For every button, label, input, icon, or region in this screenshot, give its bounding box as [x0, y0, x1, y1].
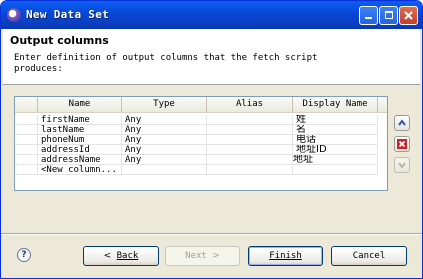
cancel-label: Cancel: [352, 251, 386, 261]
cell-display-name[interactable]: 地址ID: [293, 145, 378, 155]
row-selector: [15, 135, 38, 145]
row-selector: [15, 165, 38, 175]
row-selector: [15, 125, 38, 135]
cell-alias[interactable]: [207, 135, 293, 145]
next-label: Next: [185, 251, 207, 261]
finish-label: Finish: [269, 251, 302, 261]
back-button[interactable]: < Back: [83, 246, 159, 266]
cancel-button[interactable]: Cancel: [331, 246, 407, 266]
window-title: New Data Set: [26, 8, 110, 21]
back-label: Back: [116, 251, 139, 261]
cell-alias[interactable]: [207, 145, 293, 155]
cell-name[interactable]: lastName: [38, 125, 122, 135]
help-icon[interactable]: ?: [17, 248, 31, 262]
cell-name[interactable]: firstName: [38, 115, 122, 125]
row-selector: [15, 145, 38, 155]
footer-separator: [1, 233, 422, 235]
header-alias[interactable]: Alias: [207, 97, 293, 112]
finish-button[interactable]: Finish: [248, 246, 323, 266]
header-name[interactable]: Name: [38, 97, 122, 112]
minimize-button[interactable]: [359, 6, 378, 25]
table-row-new-column[interactable]: <New column...: [15, 165, 387, 175]
next-arrow-icon: >: [212, 251, 220, 261]
cell-alias[interactable]: [207, 155, 293, 165]
close-button[interactable]: [399, 6, 418, 25]
delete-button[interactable]: [394, 136, 410, 152]
move-down-button[interactable]: [394, 157, 410, 173]
cell-display-name[interactable]: 姓: [293, 115, 378, 125]
output-columns-table: Name Type Alias Display Name firstName A…: [14, 96, 388, 191]
page-description: Enter definition of output columns that …: [14, 53, 318, 74]
cell-name[interactable]: addressId: [38, 145, 122, 155]
table-row[interactable]: addressId Any 地址ID: [15, 145, 387, 155]
delete-icon: [397, 139, 407, 149]
table-header: Name Type Alias Display Name: [15, 97, 387, 113]
header-type[interactable]: Type: [122, 97, 207, 112]
app-icon: [7, 8, 21, 22]
move-up-button[interactable]: [394, 115, 410, 131]
cell-type[interactable]: Any: [122, 115, 207, 125]
cell-name[interactable]: addressName: [38, 155, 122, 165]
cell-type[interactable]: [122, 165, 207, 175]
cell-display-name[interactable]: 名: [293, 125, 378, 135]
row-selector: [15, 155, 38, 165]
cell-type[interactable]: Any: [122, 155, 207, 165]
minimize-icon: [365, 17, 372, 19]
maximize-icon: [384, 11, 393, 19]
arrow-down-icon: [398, 162, 406, 169]
maximize-button[interactable]: [379, 6, 398, 25]
cell-alias[interactable]: [207, 125, 293, 135]
cell-type[interactable]: Any: [122, 145, 207, 155]
wizard-header: Output columns Enter definition of outpu…: [3, 29, 420, 85]
next-button[interactable]: Next >: [165, 246, 240, 266]
row-selector: [15, 115, 38, 125]
arrow-up-icon: [398, 119, 406, 126]
new-data-set-dialog: New Data Set Output columns Enter defini…: [0, 0, 423, 279]
cell-name[interactable]: phoneNum: [38, 135, 122, 145]
cell-type[interactable]: Any: [122, 135, 207, 145]
page-title: Output columns: [10, 34, 109, 47]
close-icon: [404, 11, 413, 20]
cell-alias[interactable]: [207, 115, 293, 125]
table-row[interactable]: lastName Any 名: [15, 125, 387, 135]
cell-display-name[interactable]: 电话: [293, 135, 378, 145]
back-arrow-icon: <: [103, 251, 112, 261]
cell-display-name[interactable]: 地址: [293, 155, 378, 165]
cell-alias[interactable]: [207, 165, 293, 175]
table-row[interactable]: addressName Any 地址: [15, 155, 387, 165]
header-select-column: [15, 97, 38, 112]
table-row[interactable]: firstName Any 姓: [15, 115, 387, 125]
title-bar[interactable]: New Data Set: [1, 1, 422, 29]
table-row[interactable]: phoneNum Any 电话: [15, 135, 387, 145]
cell-display-name[interactable]: [293, 165, 378, 175]
header-display-name[interactable]: Display Name: [293, 97, 378, 112]
cell-type[interactable]: Any: [122, 125, 207, 135]
cell-name[interactable]: <New column...: [38, 165, 122, 175]
